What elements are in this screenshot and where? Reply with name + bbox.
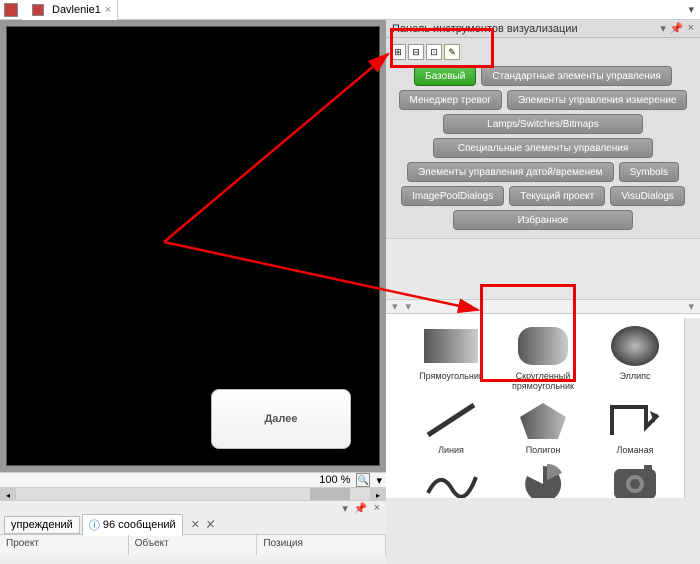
editor-tab-bar: Davlenie1 × ▾ (0, 0, 700, 20)
shape-rectangle[interactable]: Прямоугольник (409, 322, 493, 392)
zoom-tool-icon[interactable]: 🔍 (356, 473, 370, 487)
tab-title: Davlenie1 (52, 4, 101, 16)
toolbar-icon[interactable]: ⊞ (390, 44, 406, 60)
toolbox-header: Панель инструментов визуализации ▾ 📌 × (386, 20, 700, 38)
category-imagepool[interactable]: ImagePoolDialogs (401, 186, 504, 206)
tab-close-icon[interactable]: × (105, 4, 111, 16)
clear-all-icon[interactable]: ✕̸ (206, 518, 215, 531)
shape-polygon[interactable]: Полигон (501, 396, 585, 456)
chevron-down-icon[interactable]: ▾ (406, 300, 412, 313)
toolbox-categories: ⊞ ⊟ ⊡ ✎ Базовый Стандартные элементы упр… (386, 38, 700, 239)
category-current-project[interactable]: Текущий проект (509, 186, 605, 206)
clear-icon[interactable]: ✕ (191, 518, 200, 531)
app-icon (4, 3, 18, 17)
vertical-scrollbar[interactable] (684, 318, 700, 498)
chevron-down-icon[interactable]: ▾ (392, 300, 398, 313)
col-project[interactable]: Проект (0, 535, 129, 555)
shape-polyline[interactable]: Ломаная (593, 396, 677, 456)
category-special[interactable]: Специальные элементы управления (433, 138, 653, 158)
canvas-area: Далее (0, 20, 386, 472)
shapes-toolbar: ▾ ▾ ▾ (386, 300, 700, 314)
category-alarm[interactable]: Менеджер тревог (399, 90, 502, 110)
next-button-label: Далее (264, 413, 297, 425)
editor-tab[interactable]: Davlenie1 × (22, 0, 118, 20)
messages-tab[interactable]: ⓘ 96 сообщений (82, 514, 183, 536)
pin-icon[interactable]: 📌 (354, 502, 368, 515)
visu-icon (32, 4, 44, 16)
col-position[interactable]: Позиция (257, 535, 386, 555)
category-symbols[interactable]: Symbols (619, 162, 679, 182)
shape-line[interactable]: Линия (409, 396, 493, 456)
shape-image[interactable]: Изображение (593, 460, 677, 498)
shape-pie[interactable]: Секторная диаграмма (501, 460, 585, 498)
col-object[interactable]: Объект (129, 535, 258, 555)
category-basic[interactable]: Базовый (414, 66, 476, 86)
close-icon[interactable]: × (688, 22, 694, 35)
zoom-value: 100 % (319, 474, 350, 486)
pin-icon[interactable]: ▾ (660, 22, 666, 35)
visualization-canvas[interactable]: Далее (6, 26, 380, 466)
toolbox-title: Панель инструментов визуализации (392, 23, 578, 35)
toolbar-icon[interactable]: ✎ (444, 44, 460, 60)
category-datetime[interactable]: Элементы управления датой/временем (407, 162, 613, 182)
zoom-bar: 100 % 🔍 ▾ (0, 472, 386, 487)
dropdown-icon[interactable]: ▾ (342, 502, 348, 515)
pin-icon[interactable]: 📌 (670, 22, 684, 35)
next-button[interactable]: Далее (211, 389, 351, 449)
editor-pane: Далее 100 % 🔍 ▾ ◂ ▸ (0, 20, 386, 498)
toolbox-pane: Панель инструментов визуализации ▾ 📌 × ⊞… (386, 20, 700, 498)
close-icon[interactable]: × (374, 502, 380, 514)
category-visudialogs[interactable]: VisuDialogs (610, 186, 685, 206)
messages-columns: Проект Объект Позиция (0, 535, 386, 555)
shape-bezier[interactable]: Кривая Безье (409, 460, 493, 498)
shape-rounded-rectangle[interactable]: Скругленный прямоугольник (501, 322, 585, 392)
messages-panel: ▾ 📌 × упреждений ⓘ 96 сообщений ✕ ✕̸ Про… (0, 500, 386, 564)
category-measure[interactable]: Элементы управления измерение (507, 90, 687, 110)
category-lamps[interactable]: Lamps/Switches/Bitmaps (443, 114, 643, 134)
category-favorites[interactable]: Избранное (453, 210, 633, 230)
zoom-dropdown-icon[interactable]: ▾ (376, 474, 382, 487)
toolbar-icon[interactable]: ⊟ (408, 44, 424, 60)
shapes-panel: ▾ ▾ ▾ Прямоугольник Скругленный прямоуго… (386, 299, 700, 498)
category-standard[interactable]: Стандартные элементы управления (481, 66, 671, 86)
shape-ellipse[interactable]: Эллипс (593, 322, 677, 392)
toolbar-icon[interactable]: ⊡ (426, 44, 442, 60)
chevron-down-icon[interactable]: ▾ (688, 300, 694, 313)
warnings-tab[interactable]: упреждений (4, 516, 80, 534)
tab-overflow-icon[interactable]: ▾ (682, 3, 700, 16)
info-icon: ⓘ (89, 517, 100, 533)
